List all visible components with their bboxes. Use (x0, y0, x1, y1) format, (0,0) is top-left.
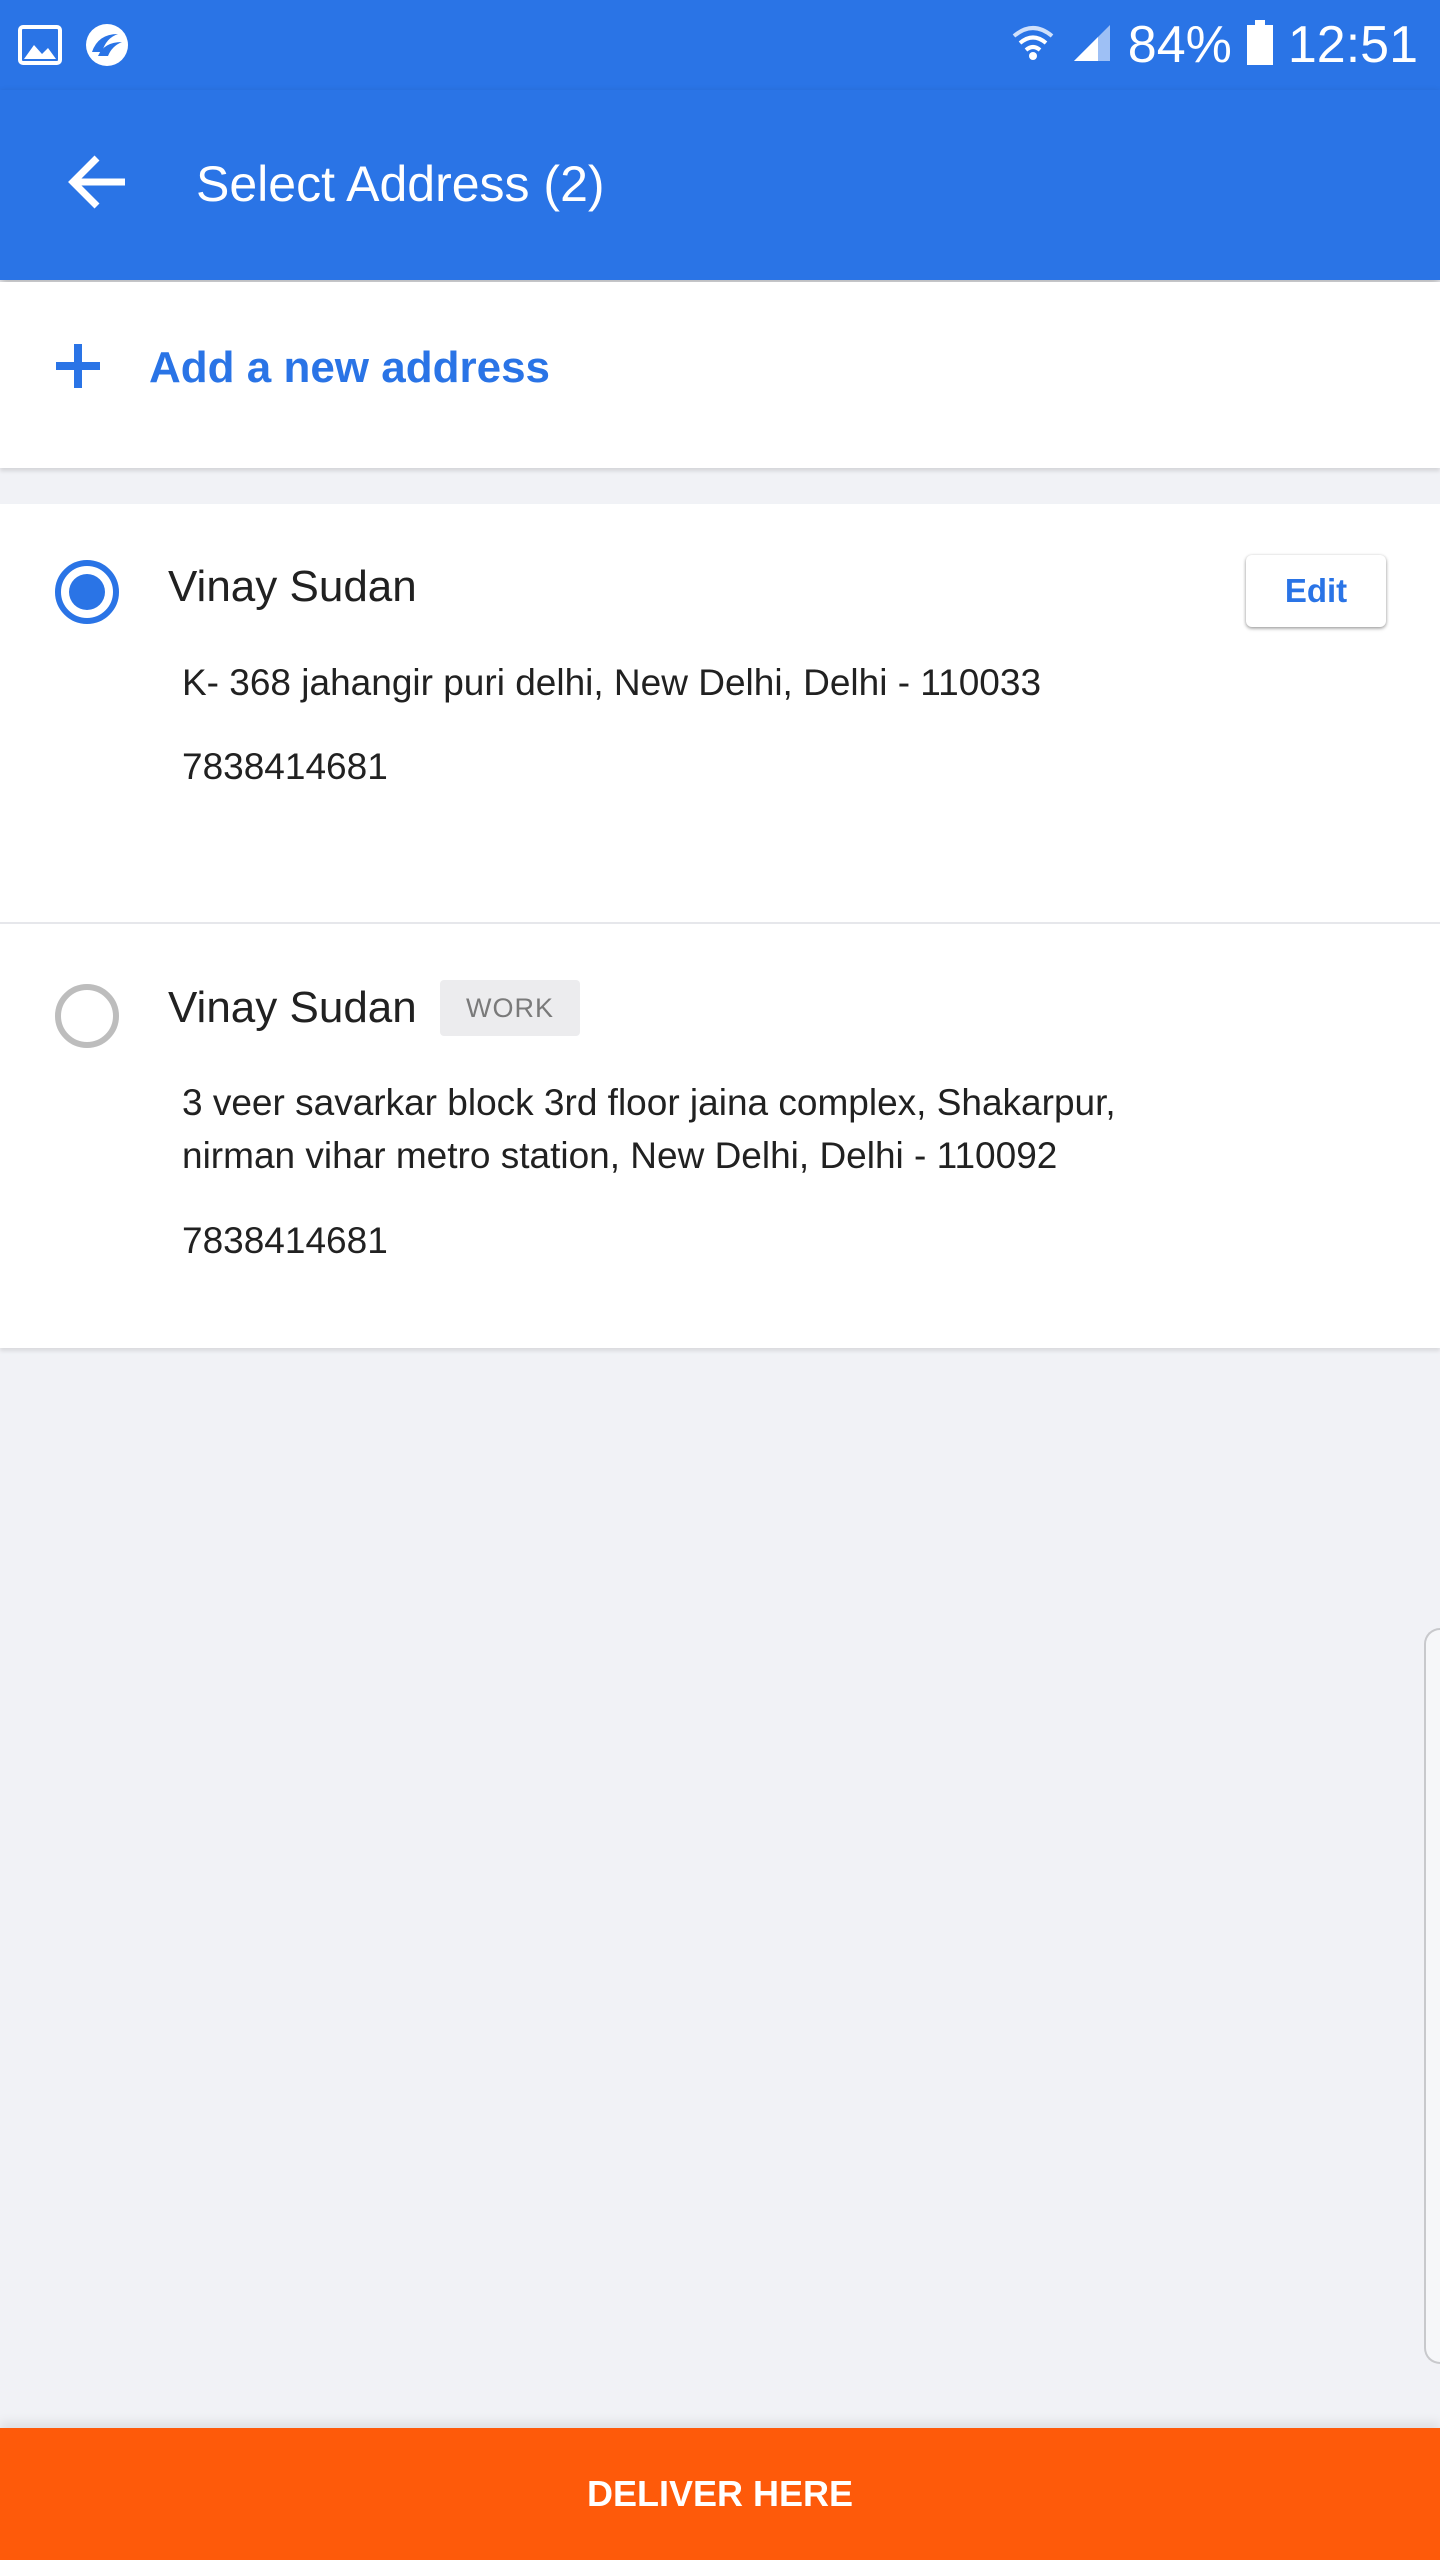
gallery-icon (18, 25, 62, 70)
edge-panel-handle[interactable] (1424, 1628, 1440, 2364)
add-new-address-label: Add a new address (149, 343, 551, 392)
address-list: Vinay Sudan Edit K- 368 jahangir puri de… (0, 504, 1440, 1348)
address-text: K- 368 jahangir puri delhi, New Delhi, D… (182, 662, 1042, 703)
address-name: Vinay Sudan (168, 983, 417, 1032)
address-radio-selected[interactable] (55, 560, 119, 624)
back-button[interactable] (56, 142, 140, 226)
deliver-here-button[interactable]: DELIVER HERE (0, 2428, 1440, 2560)
status-bar-right: 84% 12:51 (1010, 14, 1418, 76)
status-bar: 84% 12:51 (0, 0, 1440, 90)
status-bar-left (18, 22, 130, 73)
add-new-address-button[interactable]: Add a new address (0, 282, 1440, 468)
signal-icon (1070, 21, 1114, 70)
battery-percent: 84% (1127, 16, 1232, 74)
clock: 12:51 (1287, 16, 1418, 74)
address-text: 3 veer savarkar block 3rd floor jaina co… (182, 1076, 1222, 1182)
address-type-badge: WORK (440, 980, 580, 1036)
plus-icon (50, 338, 106, 394)
phone-number: 7838414681 (182, 1220, 388, 1261)
address-card[interactable]: Vinay Sudan Edit K- 368 jahangir puri de… (0, 504, 1440, 924)
address-radio[interactable] (55, 984, 119, 1048)
page-title: Select Address (2) (196, 156, 605, 212)
phone-number: 7838414681 (182, 746, 388, 787)
address-name: Vinay Sudan (168, 562, 417, 611)
address-line-1: 3 veer savarkar block 3rd floor jaina co… (182, 1082, 1116, 1123)
browser-icon (84, 22, 130, 73)
address-line-2: nirman vihar metro station, New Delhi, D… (182, 1135, 1058, 1176)
address-card[interactable]: Vinay Sudan WORK 3 veer savarkar block 3… (0, 924, 1440, 1348)
edit-button[interactable]: Edit (1246, 555, 1386, 627)
wifi-icon (1010, 20, 1056, 71)
arrow-left-icon (67, 154, 129, 215)
app-bar: Select Address (2) (0, 90, 1440, 280)
battery-icon (1246, 19, 1274, 71)
